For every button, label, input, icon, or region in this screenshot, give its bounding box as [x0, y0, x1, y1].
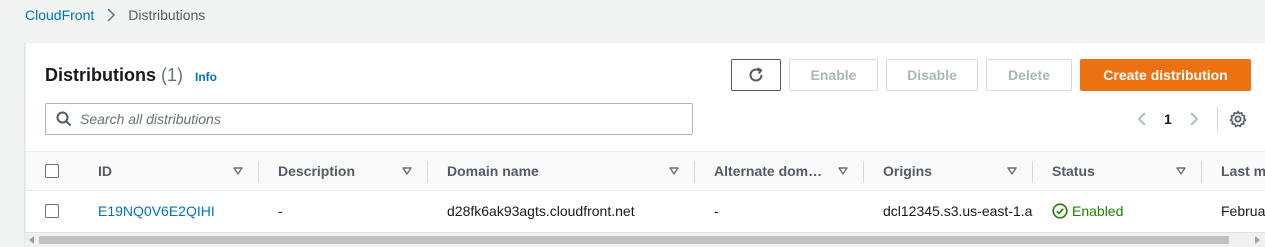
- search-input[interactable]: [80, 111, 680, 127]
- disable-button[interactable]: Disable: [886, 59, 978, 91]
- sort-caret-icon[interactable]: [1007, 166, 1017, 176]
- column-divider: [1032, 161, 1033, 183]
- cell-last-modified: Februar: [1221, 203, 1265, 219]
- distributions-panel: Distributions (1) Info Enable Disable De…: [25, 42, 1265, 247]
- row-checkbox[interactable]: [45, 204, 59, 218]
- distribution-id-link[interactable]: E19NQ0V6E2QIHI: [98, 203, 215, 219]
- pagination-divider: [1217, 106, 1218, 132]
- cell-id: E19NQ0V6E2QIHI: [98, 191, 215, 231]
- previous-page-icon[interactable]: [1134, 111, 1150, 127]
- page-title: Distributions: [45, 65, 156, 85]
- check-circle-icon: [1052, 203, 1068, 219]
- column-header-origins[interactable]: Origins: [883, 152, 932, 190]
- cell-alternate-domain: -: [714, 203, 719, 219]
- sort-caret-icon[interactable]: [233, 166, 243, 176]
- create-distribution-button[interactable]: Create distribution: [1080, 59, 1251, 91]
- column-header-domain-name[interactable]: Domain name: [447, 152, 539, 190]
- info-link[interactable]: Info: [195, 70, 217, 84]
- panel-header: Distributions (1) Info: [45, 65, 217, 86]
- cell-domain-name: d28fk6ak93agts.cloudfront.net: [447, 203, 635, 219]
- breadcrumb-current: Distributions: [128, 7, 206, 23]
- cell-status: Enabled: [1052, 191, 1123, 231]
- column-divider: [863, 161, 864, 183]
- cell-origins: dcl12345.s3.us-east-1.a: [883, 203, 1033, 219]
- scroll-right-icon[interactable]: [1253, 236, 1261, 244]
- column-header-last-modified[interactable]: Last m: [1221, 152, 1265, 190]
- column-header-description[interactable]: Description: [278, 152, 355, 190]
- chevron-right-icon: [104, 8, 118, 22]
- column-header-status[interactable]: Status: [1052, 152, 1095, 190]
- column-header-alternate-domain[interactable]: Alternate dom…: [714, 152, 822, 190]
- table-row[interactable]: E19NQ0V6E2QIHI - d28fk6ak93agts.cloudfro…: [26, 191, 1265, 231]
- delete-button[interactable]: Delete: [986, 59, 1072, 91]
- sort-caret-icon[interactable]: [402, 166, 412, 176]
- search-icon: [56, 111, 72, 127]
- status-label: Enabled: [1072, 203, 1124, 219]
- search-box: [45, 103, 693, 135]
- column-header-id[interactable]: ID: [98, 152, 112, 190]
- cell-description: -: [278, 203, 283, 219]
- sort-caret-icon[interactable]: [1176, 166, 1186, 176]
- scroll-left-icon[interactable]: [28, 236, 36, 244]
- select-all-checkbox[interactable]: [45, 164, 59, 178]
- enable-button[interactable]: Enable: [789, 59, 878, 91]
- next-page-icon[interactable]: [1186, 111, 1202, 127]
- refresh-button[interactable]: [731, 59, 781, 91]
- breadcrumb: CloudFront Distributions: [25, 6, 205, 24]
- column-divider: [1201, 161, 1202, 183]
- breadcrumb-cloudfront-link[interactable]: CloudFront: [25, 7, 94, 23]
- column-divider: [694, 161, 695, 183]
- page-number[interactable]: 1: [1164, 111, 1172, 127]
- sort-caret-icon[interactable]: [669, 166, 679, 176]
- horizontal-scrollbar[interactable]: [25, 232, 1265, 247]
- gear-icon[interactable]: [1229, 110, 1247, 128]
- sort-caret-icon[interactable]: [838, 166, 848, 176]
- status-badge: Enabled: [1052, 203, 1123, 219]
- pagination: 1: [1134, 107, 1202, 131]
- distribution-count: (1): [161, 65, 183, 85]
- column-divider: [258, 161, 259, 183]
- column-divider: [427, 161, 428, 183]
- scrollbar-thumb[interactable]: [39, 236, 1229, 244]
- table-header: ID Description Domain name Alternate dom…: [26, 151, 1265, 191]
- refresh-icon: [747, 66, 765, 84]
